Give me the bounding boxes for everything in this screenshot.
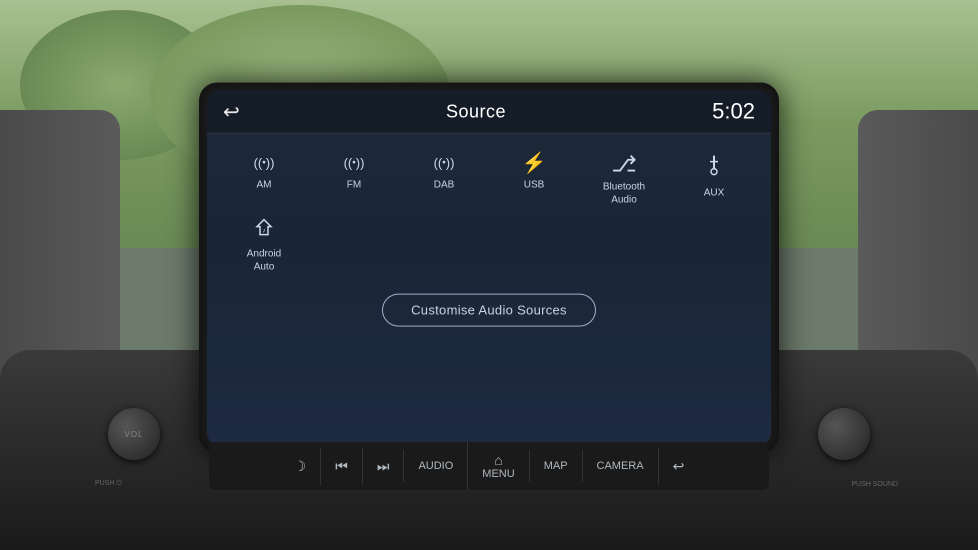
controls-strip: ☽ ⏮ ⏭ AUDIO ⌂ MENU MAP CAMERA ↩	[209, 442, 769, 490]
am-icon: ((•))	[252, 154, 276, 174]
back-nav-icon: ↩	[673, 458, 685, 475]
prev-icon: ⏮	[335, 458, 348, 475]
dab-icon: ((•))	[432, 154, 456, 174]
source-android-auto[interactable]: ♪ AndroidAuto	[223, 217, 305, 274]
svg-text:♪: ♪	[262, 228, 266, 235]
source-am[interactable]: ((•)) AM	[223, 154, 305, 207]
menu-label: MENU	[482, 468, 514, 480]
moon-icon: ☽	[294, 458, 307, 475]
svg-text:((•)): ((•))	[254, 156, 275, 171]
aux-icon	[704, 154, 724, 182]
home-icon: ⌂	[482, 452, 514, 468]
sound-knob[interactable]	[818, 408, 870, 460]
source-aux[interactable]: AUX	[673, 154, 755, 207]
audio-label: AUDIO	[418, 460, 453, 472]
back-button[interactable]: ↩	[223, 99, 240, 124]
vol-knob[interactable]: VOL	[108, 408, 160, 460]
source-grid-row1: ((•)) AM ((•)) FM	[207, 134, 771, 217]
svg-text:((•)): ((•))	[434, 156, 455, 171]
next-button[interactable]: ⏭	[362, 448, 404, 485]
bluetooth-label: BluetoothAudio	[603, 181, 645, 207]
screen-header: ↩ Source 5:02	[207, 91, 771, 134]
map-button[interactable]: MAP	[529, 450, 582, 482]
clock-display: 5:02	[712, 99, 755, 125]
screen: ↩ Source 5:02 ((•)) AM	[207, 91, 771, 445]
svg-text:((•)): ((•))	[344, 156, 365, 171]
vol-push-label: PUSH ⏻	[95, 480, 122, 488]
bluetooth-icon: ⎇	[611, 154, 636, 176]
usb-icon: ⚡	[522, 154, 547, 174]
prev-button[interactable]: ⏮	[320, 448, 362, 485]
vol-label: VOL	[124, 430, 143, 439]
screen-container: ↩ Source 5:02 ((•)) AM	[199, 83, 779, 453]
fm-icon: ((•))	[342, 154, 366, 174]
android-auto-icon: ♪	[253, 217, 275, 243]
source-usb[interactable]: ⚡ USB	[493, 154, 575, 207]
media-toggle-button[interactable]: ☽	[280, 448, 321, 485]
fm-label: FM	[347, 179, 361, 192]
android-auto-label: AndroidAuto	[247, 248, 281, 274]
map-label: MAP	[544, 460, 568, 472]
source-grid-row2: ♪ AndroidAuto	[207, 217, 771, 274]
next-icon: ⏭	[377, 458, 390, 475]
customise-audio-sources-button[interactable]: Customise Audio Sources	[382, 294, 596, 327]
source-fm[interactable]: ((•)) FM	[313, 154, 395, 207]
customise-btn-wrap: Customise Audio Sources	[207, 274, 771, 347]
back-nav-button[interactable]: ↩	[658, 448, 699, 485]
usb-label: USB	[524, 179, 545, 192]
sound-push-label: PUSH SOUND	[851, 481, 898, 488]
screen-bezel: ↩ Source 5:02 ((•)) AM	[199, 83, 779, 453]
menu-button[interactable]: ⌂ MENU	[467, 442, 528, 490]
am-label: AM	[257, 179, 272, 192]
source-bluetooth[interactable]: ⎇ BluetoothAudio	[583, 154, 665, 207]
camera-button[interactable]: CAMERA	[582, 450, 658, 482]
aux-label: AUX	[704, 187, 725, 200]
camera-label: CAMERA	[597, 460, 644, 472]
source-dab[interactable]: ((•)) DAB	[403, 154, 485, 207]
audio-button[interactable]: AUDIO	[403, 450, 467, 482]
dab-label: DAB	[434, 179, 455, 192]
screen-title: Source	[446, 101, 506, 122]
